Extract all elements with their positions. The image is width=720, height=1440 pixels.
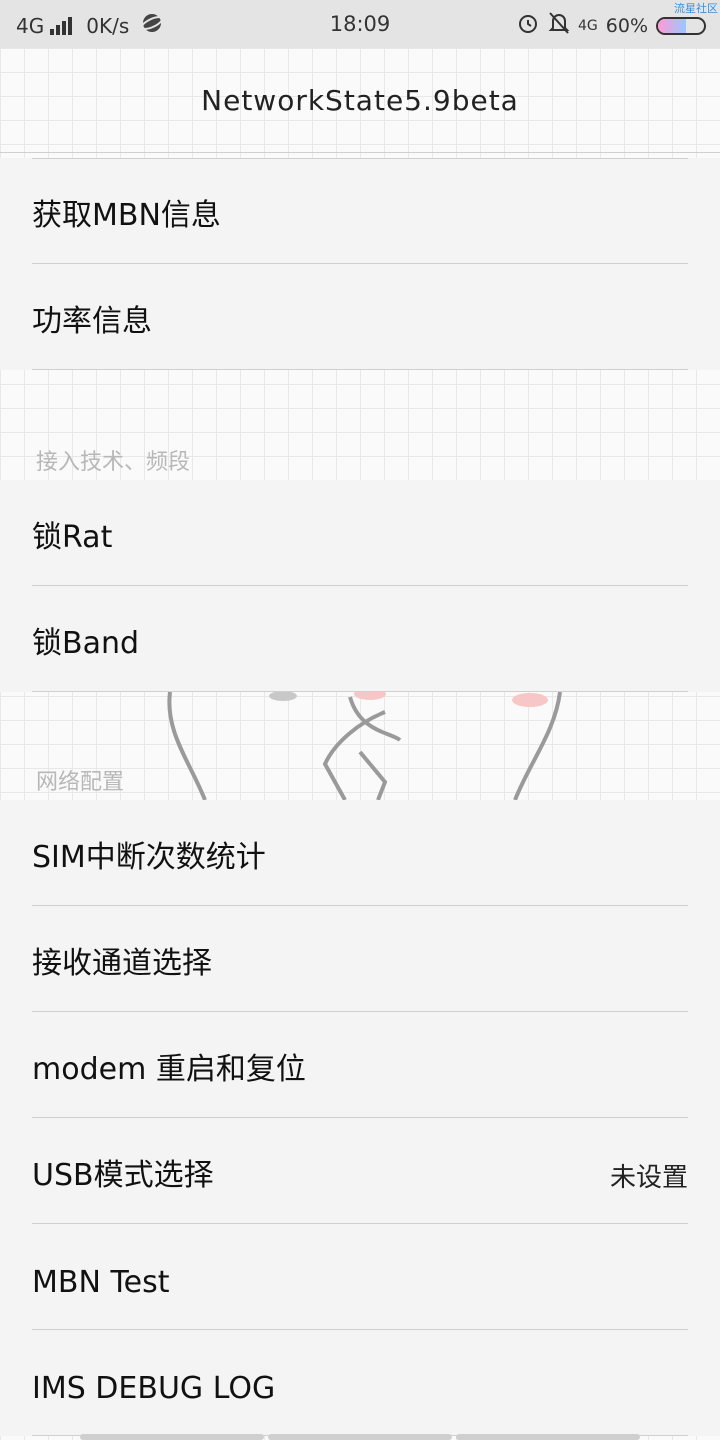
app-title: NetworkState5.9beta xyxy=(201,83,519,117)
list-item-rx-channel[interactable]: 接收通道选择 xyxy=(0,906,720,1012)
list-item-label: USB模式选择 xyxy=(32,1158,214,1193)
planet-icon xyxy=(141,12,164,39)
info-section: 获取MBN信息 功率信息 xyxy=(0,158,720,370)
list-item-label: 锁Rat xyxy=(32,520,113,555)
list-item-label: 锁Band xyxy=(32,626,140,661)
category-header-network: 网络配置 xyxy=(36,770,125,795)
scroll-indicator-segment xyxy=(268,1434,452,1440)
status-bar: 4G 0K/s 18:09 4G 60% 流星社区 xyxy=(0,0,720,48)
scroll-indicator-segment xyxy=(80,1434,264,1440)
bell-off-icon xyxy=(548,11,570,40)
list-item-lock-rat[interactable]: 锁Rat xyxy=(0,480,720,586)
list-item-get-mbn[interactable]: 获取MBN信息 xyxy=(0,158,720,264)
corner-label[interactable]: 流星社区 xyxy=(674,0,718,16)
list-item-modem-reset[interactable]: modem 重启和复位 xyxy=(0,1012,720,1118)
list-item-label: 获取MBN信息 xyxy=(32,198,221,233)
network-type-right: 4G xyxy=(578,17,598,34)
status-left: 4G 0K/s xyxy=(16,12,164,39)
access-section: 锁Rat 锁Band xyxy=(0,480,720,692)
signal-icon xyxy=(50,16,73,35)
scroll-indicator xyxy=(80,1434,640,1440)
list-item-label: modem 重启和复位 xyxy=(32,1052,306,1087)
list-item-label: 接收通道选择 xyxy=(32,946,212,981)
page-title: NetworkState5.9beta xyxy=(0,48,720,153)
list-item-usb-mode[interactable]: USB模式选择 未设置 xyxy=(0,1118,720,1224)
list-item-lock-band[interactable]: 锁Band xyxy=(0,586,720,692)
list-item-mbn-test[interactable]: MBN Test xyxy=(0,1224,720,1330)
list-item-label: SIM中断次数统计 xyxy=(32,840,266,875)
scroll-indicator-segment xyxy=(456,1434,640,1440)
list-item-ims-debug-log[interactable]: IMS DEBUG LOG xyxy=(0,1330,720,1436)
battery-icon xyxy=(656,16,706,35)
list-item-label: 功率信息 xyxy=(32,304,152,339)
network-type: 4G xyxy=(16,13,45,38)
usb-mode-value: 未设置 xyxy=(609,1163,688,1193)
network-speed: 0K/s xyxy=(86,13,130,38)
network-section: SIM中断次数统计 接收通道选择 modem 重启和复位 USB模式选择 未设置… xyxy=(0,800,720,1436)
alarm-icon xyxy=(516,11,540,40)
list-item-power-info[interactable]: 功率信息 xyxy=(0,264,720,370)
category-header-access: 接入技术、频段 xyxy=(36,450,191,475)
battery-level xyxy=(658,18,686,33)
list-item-sim-interrupt[interactable]: SIM中断次数统计 xyxy=(0,800,720,906)
list-item-label: MBN Test xyxy=(32,1265,170,1300)
list-item-label: IMS DEBUG LOG xyxy=(32,1371,276,1406)
battery-percent: 60% xyxy=(605,14,648,37)
